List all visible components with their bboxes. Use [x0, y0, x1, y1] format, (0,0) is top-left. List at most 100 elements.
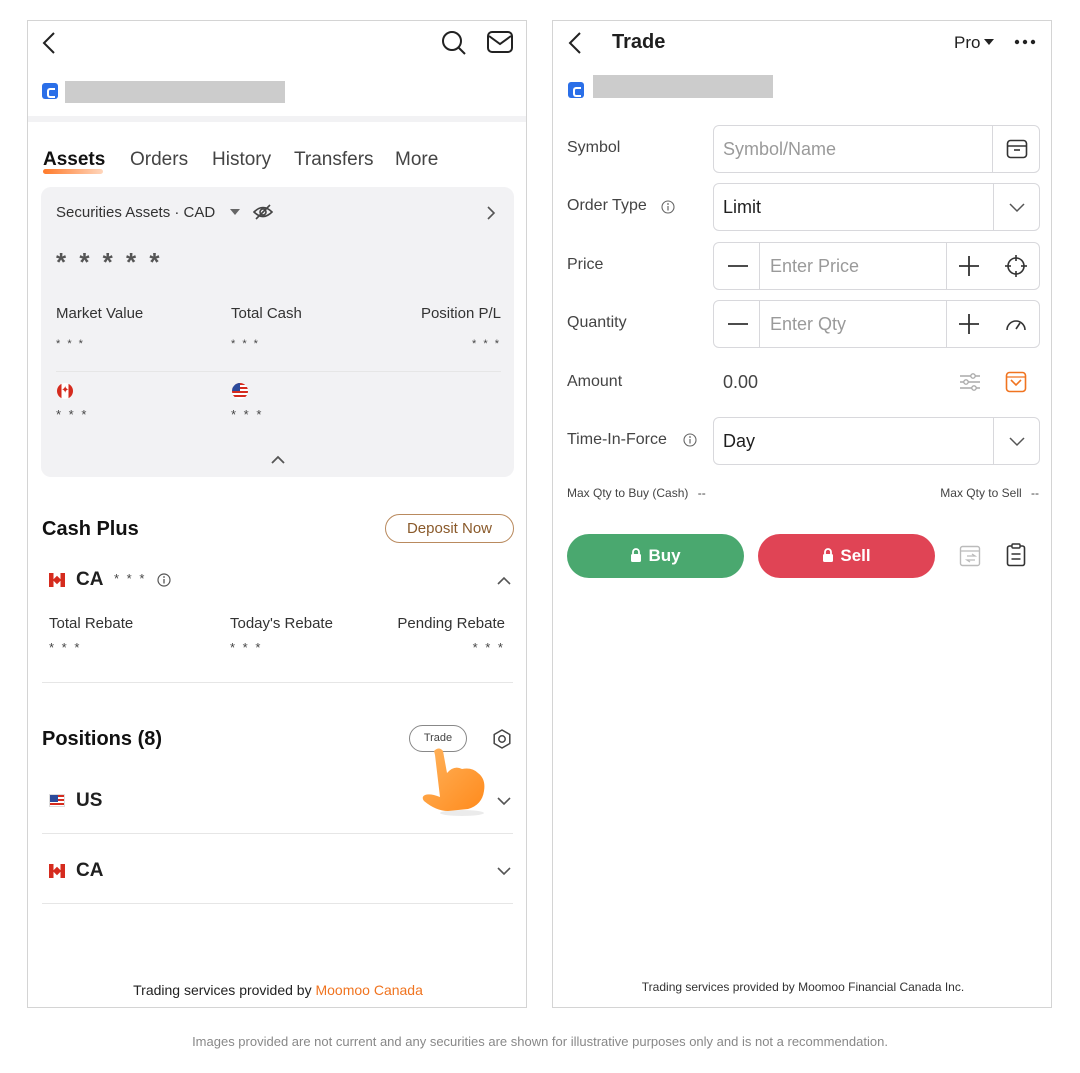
total-rebate-value: * * *	[49, 640, 82, 655]
search-icon[interactable]	[441, 30, 467, 56]
mail-icon[interactable]	[487, 31, 513, 53]
total-cash-value: * * *	[231, 338, 260, 350]
info-icon[interactable]	[157, 573, 171, 587]
more-dots-icon[interactable]	[1014, 39, 1036, 45]
market-us-label[interactable]: US	[76, 790, 102, 812]
row-divider	[42, 833, 513, 834]
account-chip-icon	[42, 83, 58, 99]
price-input[interactable]: Enter Price	[713, 242, 1040, 290]
sell-button[interactable]: Sell	[758, 534, 935, 578]
caret-down-icon[interactable]	[984, 39, 994, 46]
row-divider	[42, 903, 513, 904]
clipboard-icon[interactable]	[1006, 543, 1026, 567]
speedometer-icon[interactable]	[1005, 315, 1027, 333]
card-divider	[56, 371, 501, 372]
chevron-down-icon[interactable]	[1009, 437, 1025, 447]
chevron-down-icon[interactable]	[1009, 203, 1025, 213]
eye-hidden-icon[interactable]	[253, 203, 273, 221]
quantity-placeholder: Enter Qty	[770, 314, 847, 334]
market-value-label: Market Value	[56, 305, 144, 322]
total-rebate-label: Total Rebate	[49, 615, 134, 632]
symbol-label: Symbol	[567, 139, 621, 156]
currency-selector[interactable]: · CAD	[174, 204, 215, 221]
plus-icon[interactable]	[959, 314, 979, 334]
back-chevron-icon[interactable]	[567, 31, 585, 55]
tab-assets[interactable]: Assets	[43, 149, 105, 171]
pending-rebate-label: Pending Rebate	[397, 615, 505, 632]
back-chevron-icon[interactable]	[40, 31, 60, 55]
quantity-label: Quantity	[567, 314, 627, 331]
max-qty-sell-label: Max Qty to Sell	[940, 486, 1022, 500]
field-separator	[759, 301, 760, 347]
tab-more[interactable]: More	[395, 149, 438, 171]
field-separator	[992, 126, 993, 172]
tab-orders[interactable]: Orders	[130, 149, 188, 171]
hand-pointer-icon	[416, 745, 491, 817]
crosshair-icon[interactable]	[1005, 255, 1027, 277]
symbol-placeholder: Symbol/Name	[723, 139, 837, 159]
active-tab-indicator	[43, 169, 103, 174]
us-flag-icon	[49, 794, 65, 807]
section-divider	[42, 682, 513, 683]
tab-history[interactable]: History	[212, 149, 271, 171]
tab-transfers[interactable]: Transfers	[294, 149, 374, 171]
amount-value: 0.00	[723, 372, 759, 392]
market-ca-label[interactable]: CA	[76, 860, 103, 882]
symbol-input[interactable]: Symbol/Name	[713, 125, 1040, 173]
quantity-input[interactable]: Enter Qty	[713, 300, 1040, 348]
order-exchange-icon[interactable]	[959, 545, 981, 567]
position-pl-value: * * *	[472, 338, 501, 350]
securities-assets-card	[41, 187, 514, 477]
expand-orange-icon[interactable]	[1005, 371, 1027, 393]
pending-rebate-value: * * *	[472, 640, 505, 655]
redacted-account-name	[65, 81, 285, 103]
field-separator	[946, 301, 947, 347]
chevron-down-icon[interactable]	[497, 797, 511, 806]
max-qty-buy-label: Max Qty to Buy (Cash)	[567, 486, 689, 500]
assets-screen: Assets Orders History Transfers More Sec…	[27, 20, 527, 1008]
order-type-select[interactable]: Limit	[713, 183, 1040, 231]
total-cash-label: Total Cash	[231, 305, 302, 322]
time-in-force-value: Day	[723, 431, 756, 451]
info-icon[interactable]	[661, 200, 675, 214]
plus-icon[interactable]	[959, 256, 979, 276]
field-separator	[993, 184, 994, 230]
deposit-now-button[interactable]: Deposit Now	[385, 514, 514, 543]
us-flag-icon	[232, 383, 248, 399]
redacted-account-name	[593, 75, 773, 98]
chevron-right-icon[interactable]	[486, 205, 496, 221]
gear-icon[interactable]	[492, 729, 512, 749]
right-footer: Trading services provided by Moomoo Fina…	[641, 980, 965, 994]
chevron-down-icon[interactable]	[497, 867, 511, 876]
field-separator	[946, 243, 947, 289]
card-heading-label: Securities Assets	[56, 204, 171, 221]
lock-icon	[823, 548, 834, 562]
todays-rebate-label: Today's Rebate	[230, 615, 333, 632]
pro-mode-toggle[interactable]: Pro	[954, 33, 980, 53]
securities-assets-heading[interactable]: Securities Assets · CAD	[56, 204, 215, 221]
order-type-label: Order Type	[567, 197, 647, 214]
ca-flag-icon	[49, 864, 65, 878]
ca-flag-icon	[49, 573, 65, 587]
account-chip-icon	[568, 82, 584, 98]
trade-screen: Trade Pro Symbol Symbol/Name Order Type …	[552, 20, 1052, 1008]
cash-plus-title: Cash Plus	[42, 518, 139, 540]
field-separator	[759, 243, 760, 289]
watchlist-icon[interactable]	[1006, 139, 1028, 159]
chevron-up-icon[interactable]	[271, 455, 285, 464]
amount-label: Amount	[567, 373, 623, 390]
buy-label: Buy	[648, 546, 681, 565]
caret-down-icon[interactable]	[230, 209, 240, 216]
moomoo-canada-link[interactable]: Moomoo Canada	[315, 982, 422, 998]
sliders-icon[interactable]	[959, 372, 981, 392]
chevron-up-icon[interactable]	[497, 576, 511, 585]
minus-icon[interactable]	[728, 265, 748, 267]
ca-flag-icon	[57, 383, 73, 399]
minus-icon[interactable]	[728, 323, 748, 325]
disclaimer-text: Images provided are not current and any …	[192, 1034, 888, 1049]
time-in-force-label: Time-In-Force	[567, 431, 667, 448]
time-in-force-select[interactable]: Day	[713, 417, 1040, 465]
buy-button[interactable]: Buy	[567, 534, 744, 578]
todays-rebate-value: * * *	[230, 640, 263, 655]
info-icon[interactable]	[683, 433, 697, 447]
